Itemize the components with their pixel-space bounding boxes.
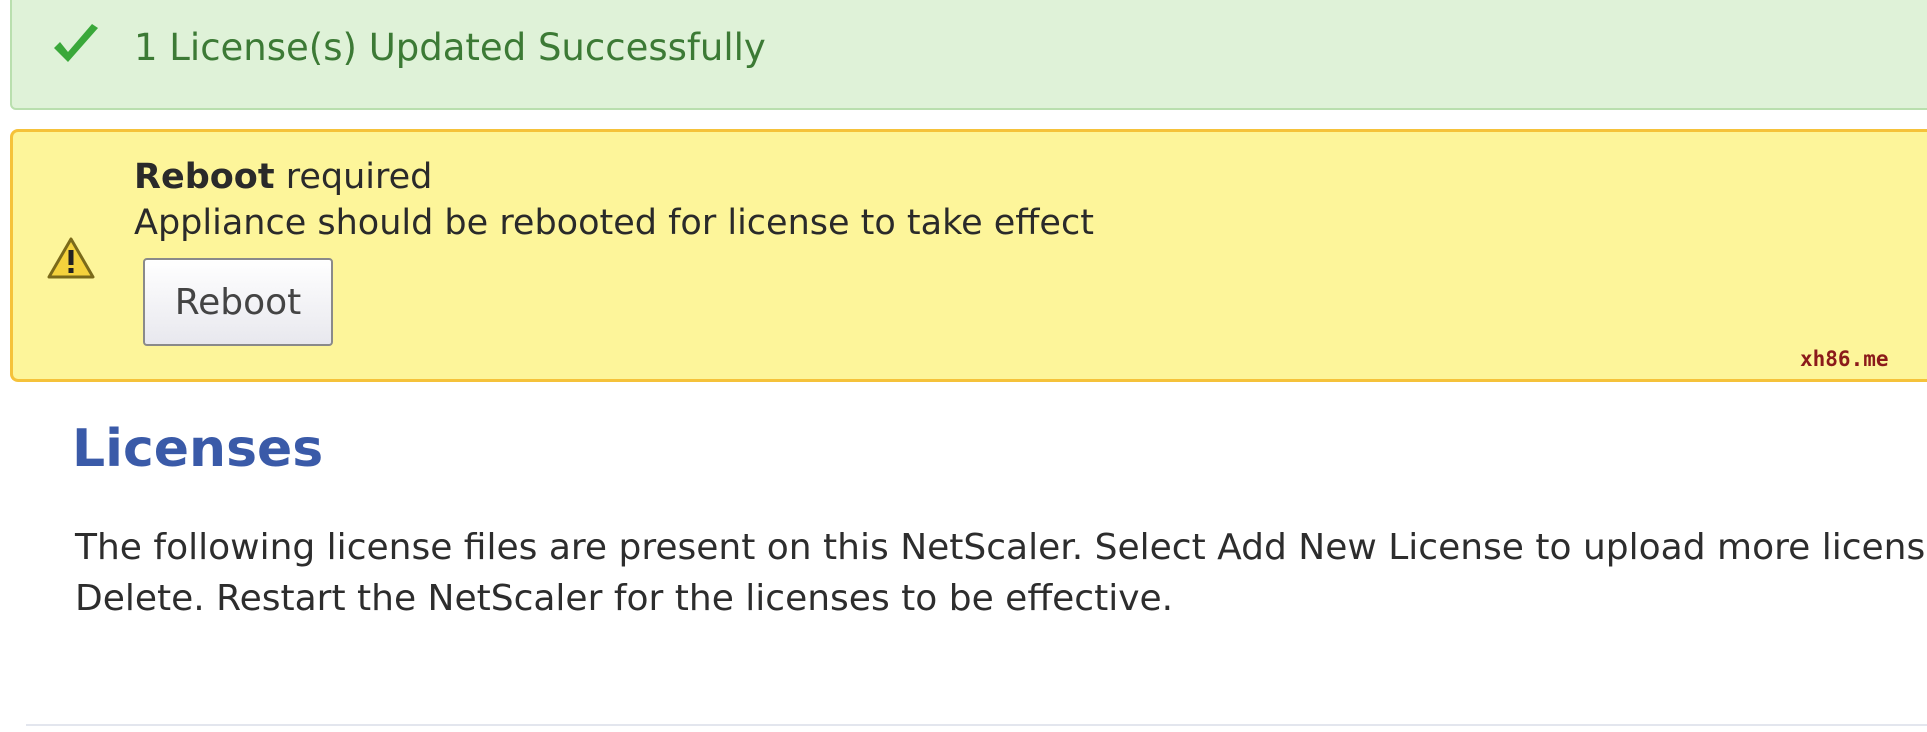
description-line-2: Delete. Restart the NetScaler for the li… xyxy=(75,578,1174,619)
warning-banner: Reboot required Appliance should be rebo… xyxy=(10,129,1927,382)
warning-title: Reboot required xyxy=(134,156,432,198)
section-divider xyxy=(26,724,1927,726)
page-title: Licenses xyxy=(72,419,324,479)
warning-triangle-icon xyxy=(47,237,95,279)
watermark-text: xh86.me xyxy=(1800,347,1889,371)
warning-title-bold: Reboot xyxy=(134,157,275,197)
warning-message: Appliance should be rebooted for license… xyxy=(134,203,1094,243)
success-banner: 1 License(s) Updated Successfully xyxy=(10,0,1927,110)
checkmark-icon xyxy=(54,24,98,62)
reboot-button[interactable]: Reboot xyxy=(143,258,333,346)
description-line-1: The following license files are present … xyxy=(75,527,1927,568)
licenses-page: 1 License(s) Updated Successfully Reboot… xyxy=(0,0,1927,732)
licenses-description: The following license files are present … xyxy=(75,522,1927,624)
warning-title-rest: required xyxy=(274,157,433,197)
success-message: 1 License(s) Updated Successfully xyxy=(134,26,766,69)
